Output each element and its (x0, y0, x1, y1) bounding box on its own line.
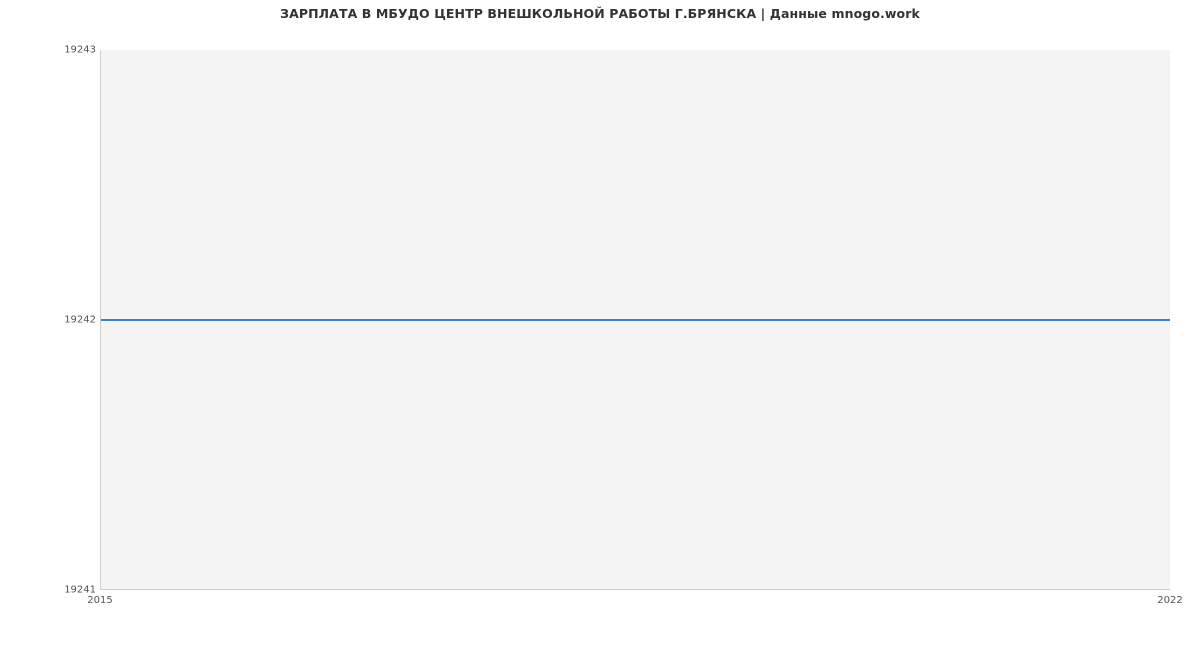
x-tick-label: 2015 (87, 595, 112, 606)
data-line (101, 319, 1170, 321)
chart-title: ЗАРПЛАТА В МБУДО ЦЕНТР ВНЕШКОЛЬНОЙ РАБОТ… (0, 6, 1200, 21)
plot-area (100, 50, 1170, 590)
y-tick-label: 19241 (6, 585, 96, 596)
y-tick-label: 19243 (6, 45, 96, 56)
chart-container: ЗАРПЛАТА В МБУДО ЦЕНТР ВНЕШКОЛЬНОЙ РАБОТ… (0, 0, 1200, 650)
y-tick-label: 19242 (6, 315, 96, 326)
x-tick-label: 2022 (1157, 595, 1182, 606)
